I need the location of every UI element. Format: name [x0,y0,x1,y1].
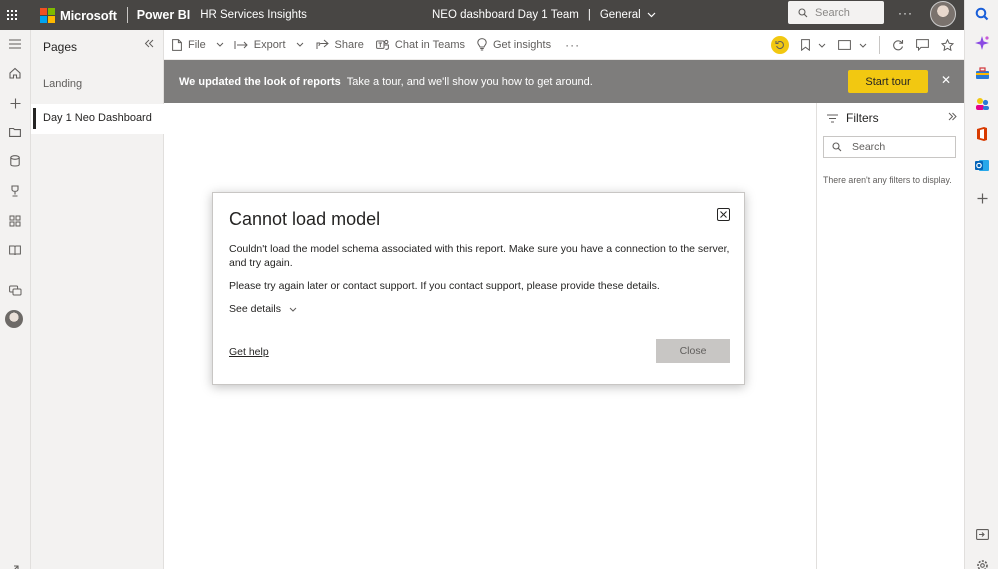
get-insights-label: Get insights [493,38,552,51]
banner-headline: We updated the look of reports [179,75,341,88]
bookmark-button[interactable] [801,39,826,51]
chevron-down-icon [216,42,224,47]
active-page-indicator [33,108,36,129]
toolbar-divider [879,36,880,54]
dialog-close-icon[interactable] [717,208,730,221]
chat-in-teams-button[interactable]: Chat in Teams [375,30,465,60]
collapse-pages-icon[interactable] [144,39,154,48]
share-label: Share [334,38,364,51]
workspace-avatar[interactable] [5,310,23,328]
filters-empty-message: There aren't any filters to display. [823,175,952,185]
sidebar-panel-icon[interactable] [974,526,990,542]
add-app-icon[interactable] [974,190,990,206]
sensitivity-label: General [599,9,641,21]
search-icon [798,7,808,18]
workspace-name[interactable]: HR Services Insights [200,9,307,21]
page-tab-day1-neo-dashboard[interactable]: Day 1 Neo Dashboard [31,104,164,134]
user-avatar[interactable] [930,1,956,27]
report-title[interactable]: NEO dashboard Day 1 Team | General [432,0,656,30]
dialog-message: Couldn't load the model schema associate… [229,243,730,269]
file-label: File [188,38,206,51]
create-plus-icon[interactable] [7,95,23,111]
filters-header: Filters [827,111,879,125]
browse-folder-icon[interactable] [7,124,23,140]
dialog-title: Cannot load model [229,209,381,229]
search-icon [832,142,842,152]
comment-icon[interactable] [916,39,929,51]
more-options-button[interactable]: ··· [898,6,913,20]
see-details-toggle[interactable]: See details [229,303,297,315]
filters-search-input[interactable]: Search [823,136,956,158]
metrics-trophy-icon[interactable] [7,183,23,199]
banner-close-button[interactable]: ✕ [941,73,951,87]
view-button[interactable] [838,40,867,50]
filters-search-placeholder: Search [852,141,886,153]
filter-funnel-icon [827,113,838,123]
file-menu-button[interactable]: File [172,30,224,60]
filters-title: Filters [846,111,879,125]
share-button[interactable]: Share [316,30,364,60]
start-tour-button[interactable]: Start tour [848,70,928,93]
page-tab-landing[interactable]: Landing [43,78,82,90]
chevron-down-icon [296,42,304,47]
report-name: NEO dashboard Day 1 Team [432,9,579,21]
microsoft-logo-icon [40,7,55,23]
lightbulb-icon [477,38,487,51]
page-tab-label: Day 1 Neo Dashboard [43,112,152,124]
report-toolbar: File Export Share Chat in Teams Get insi… [164,30,964,60]
settings-gear-icon[interactable] [974,557,990,569]
share-icon [316,39,329,50]
expand-arrow-icon[interactable] [7,561,23,569]
global-search-input[interactable]: Search [788,1,884,24]
dialog-close-button[interactable]: Close [656,339,730,363]
refresh-icon[interactable] [892,39,904,51]
office-icon[interactable] [974,126,990,142]
brand-name[interactable]: Microsoft [60,8,117,23]
app-rail [964,0,998,569]
nav-rail [0,30,31,569]
pages-title: Pages [43,40,78,54]
expand-filters-icon[interactable] [948,112,957,121]
workspaces-icon[interactable] [7,282,23,298]
reset-undo-button[interactable] [771,36,789,54]
chevron-down-icon [647,12,656,18]
outlook-icon[interactable] [974,157,990,173]
file-icon [172,38,182,51]
global-search-placeholder: Search [815,6,850,19]
search-icon[interactable] [974,6,990,22]
title-separator: | [587,9,591,21]
whats-new-banner: We updated the look of reports Take a to… [164,60,964,103]
datahub-database-icon[interactable] [7,153,23,169]
error-dialog: Cannot load model Couldn't load the mode… [212,192,745,385]
toolbar-right-group [771,30,954,60]
pages-panel: Pages Landing Day 1 Neo Dashboard [31,30,164,569]
learn-book-icon[interactable] [7,242,23,258]
see-details-label: See details [229,303,281,315]
brand-divider [126,7,128,23]
banner-message: Take a tour, and we'll show you how to g… [346,75,593,88]
copilot-icon[interactable] [974,35,990,51]
product-name[interactable]: Power BI [137,8,191,22]
export-menu-button[interactable]: Export [234,30,304,60]
apps-grid-icon[interactable] [7,213,23,229]
home-icon[interactable] [7,65,23,81]
export-label: Export [253,38,286,51]
chat-in-teams-label: Chat in Teams [394,38,465,51]
filters-pane: Filters Search There aren't any filters … [816,103,964,569]
chevron-down-icon [289,307,297,312]
dialog-support-message: Please try again later or contact suppor… [229,280,660,292]
get-help-link[interactable]: Get help [229,346,269,358]
hamburger-menu-icon[interactable] [7,36,23,52]
people-icon[interactable] [974,96,990,112]
export-arrow-icon [234,40,248,50]
teams-icon [375,39,389,51]
favorite-star-icon[interactable] [941,39,954,51]
toolbox-icon[interactable] [974,65,990,81]
app-launcher-icon[interactable] [0,0,24,30]
more-commands-button[interactable]: ··· [565,30,580,60]
get-insights-button[interactable]: Get insights [477,30,551,60]
